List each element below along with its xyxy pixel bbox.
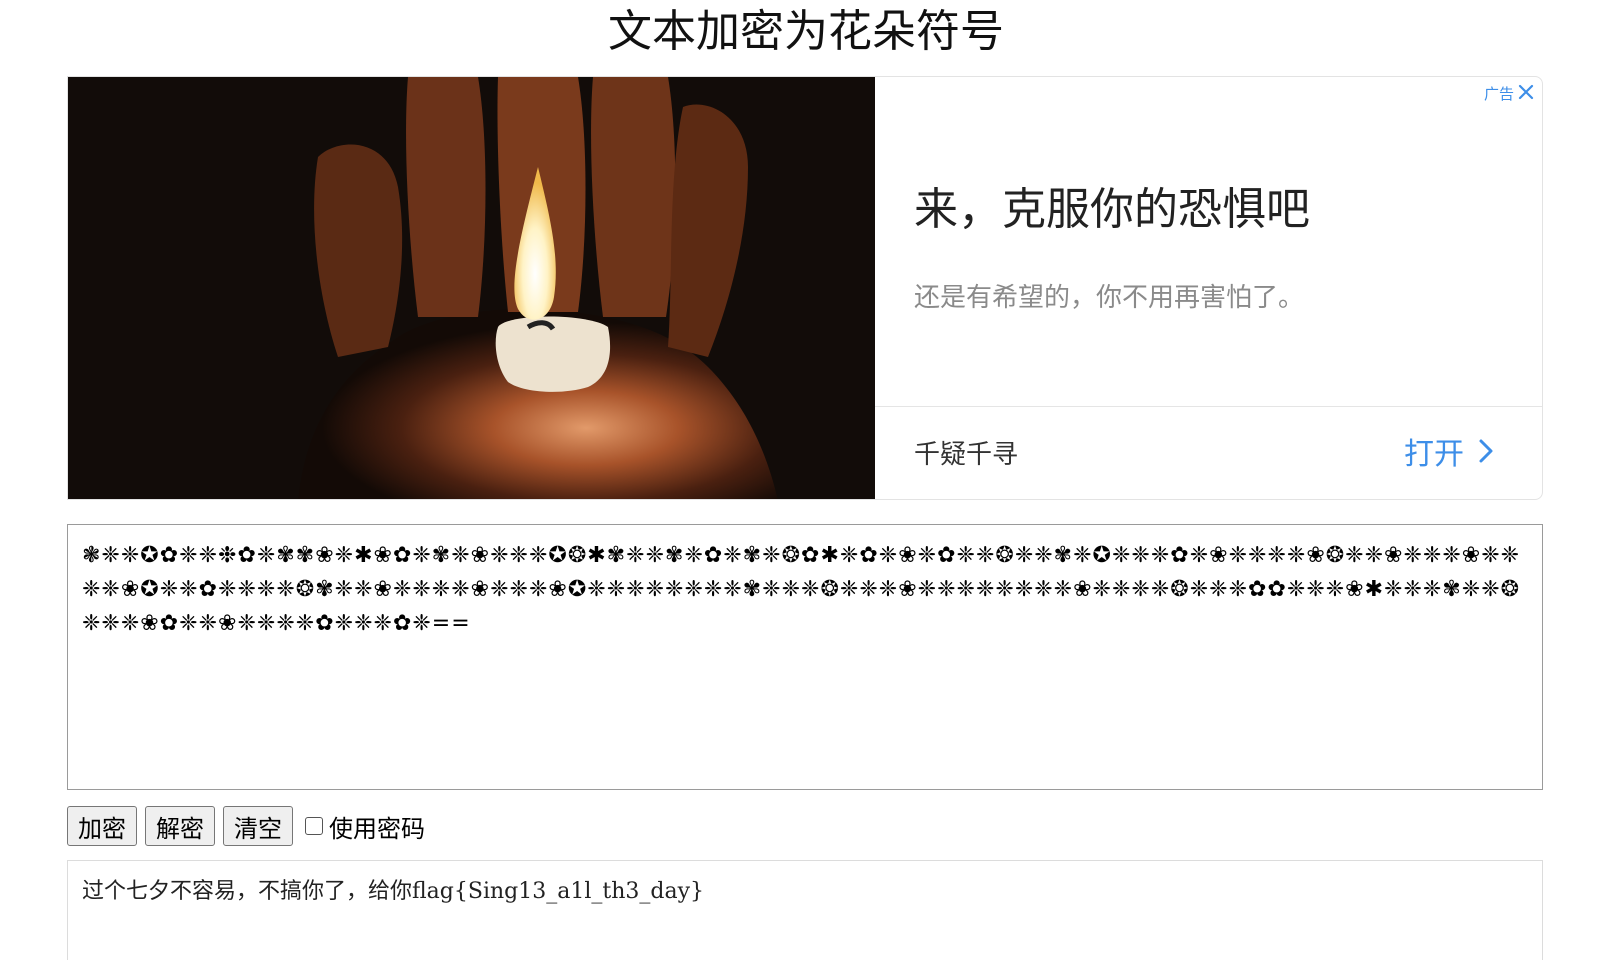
clear-button[interactable]: 清空 [223,806,293,846]
use-password-label: 使用密码 [329,814,425,843]
close-icon[interactable] [1516,82,1536,102]
ad-badge: 广告 [1483,85,1514,103]
ad-open-button[interactable]: 打开 [1404,429,1494,473]
ad-text-panel[interactable]: 广告 来，克服你的恐惧吧 还是有希望的，你不用再害怕了。 千疑千寻 打开 [875,77,1542,499]
use-password-checkbox[interactable] [305,817,323,835]
plaintext-textarea[interactable]: 过个七夕不容易，不搞你了，给你flag{Sing13_a1l_th3_day} [67,860,1543,960]
decrypt-button[interactable]: 解密 [145,806,215,846]
ad-image-candle[interactable] [68,77,875,499]
use-password-option[interactable]: 使用密码 [305,809,425,844]
cipher-textarea[interactable]: ❃❈❈✪✿❈❈❉✿❈✾✾❀❈✱❀✿❈✾❈❀❈❈❈✪❂✱✾❈❈✾❈✿❈✾❈❂✿✱❈… [67,524,1543,790]
ad-headline[interactable]: 来，克服你的恐惧吧 [914,173,1310,237]
ad-description: 还是有希望的，你不用再害怕了。 [914,283,1305,313]
ad-banner[interactable]: 广告 来，克服你的恐惧吧 还是有希望的，你不用再害怕了。 千疑千寻 打开 [67,76,1543,500]
ad-open-label: 打开 [1404,437,1464,472]
page-title: 文本加密为花朵符号 [608,6,1004,57]
ad-divider [875,406,1542,407]
candle-in-hand-image [68,77,875,499]
controls-bar: 加密 解密 清空 使用密码 [67,806,425,846]
encrypt-button[interactable]: 加密 [67,806,137,846]
ad-brand: 千疑千寻 [914,440,1019,470]
chevron-right-icon [1479,439,1493,463]
